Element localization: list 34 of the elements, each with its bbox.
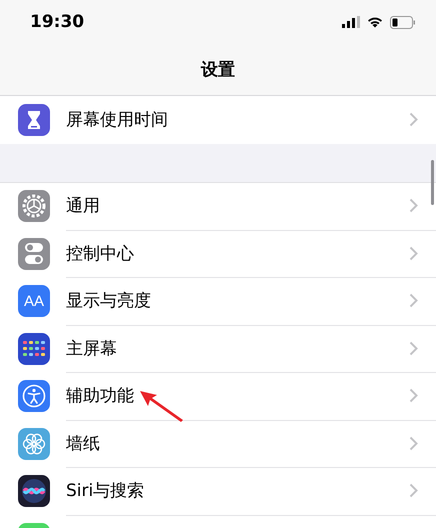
row-label: 显示与亮度 [66,290,152,312]
page-title: 设置 [201,59,235,81]
battery-icon [390,16,416,28]
settings-row[interactable]: 通用 [0,182,436,230]
status-time: 19:30 [30,12,84,32]
settings-row[interactable]: 屏幕使用时间 [0,96,436,144]
chevron-icon [409,340,418,356]
row-label: 控制中心 [66,242,135,265]
hourglass-icon [26,110,42,130]
app-grid-icon [22,338,46,359]
settings-row[interactable]: Siri与搜索 [0,468,436,515]
chevron-icon [409,198,418,214]
row-label: 通用 [66,195,101,218]
row-label: 屏幕使用时间 [66,109,169,132]
chevron-icon [409,112,418,128]
row-label: Siri与搜索 [66,480,146,502]
chevron-icon [409,483,418,498]
scroll-indicator [431,160,434,205]
settings-row[interactable]: 墙纸 [0,420,436,468]
signal-icon [342,16,360,28]
row-label: 主屏幕 [66,338,118,360]
settings-row[interactable]: 主屏幕 [0,325,436,372]
row-label: 辅助功能 [66,385,135,408]
settings-row[interactable]: AA 显示与亮度 [0,278,436,325]
chevron-icon [409,436,418,451]
text-size-icon: AA [24,292,44,310]
row-label: 墙纸 [66,432,101,455]
chevron-icon [409,293,418,308]
toggles-icon [24,242,44,266]
chevron-icon [409,246,418,261]
settings-row[interactable]: 控制中心 [0,230,436,278]
wifi-icon [367,16,383,28]
chevron-icon [409,388,418,404]
settings-row[interactable]: 辅助功能 [0,372,436,420]
